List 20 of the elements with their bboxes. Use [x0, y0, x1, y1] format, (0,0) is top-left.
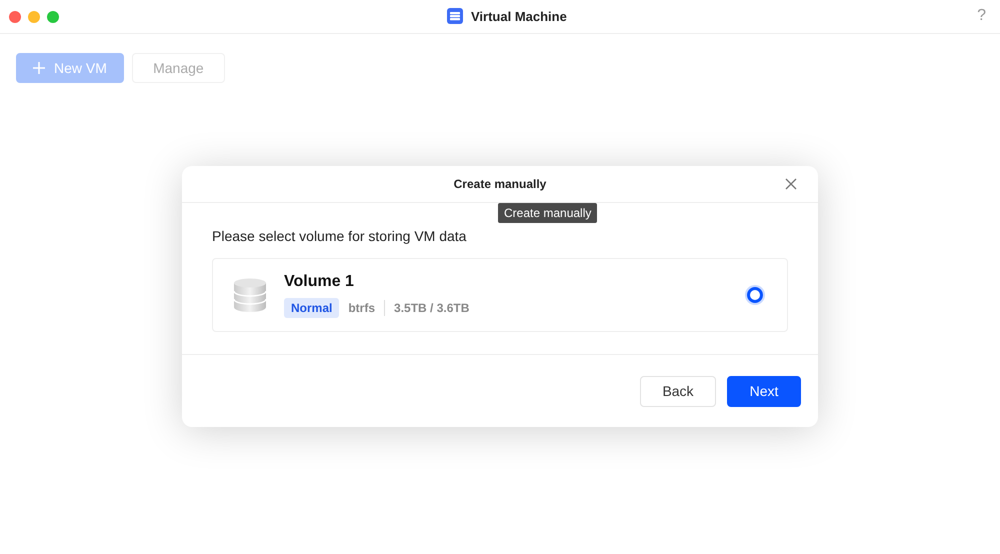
next-button[interactable]: Next [727, 376, 801, 406]
window-title: Virtual Machine [471, 8, 567, 24]
dialog-title: Create manually [454, 177, 546, 191]
close-icon[interactable] [785, 178, 797, 190]
volume-card[interactable]: Volume 1 Normal btrfs 3.5TB / 3.6TB [212, 258, 788, 332]
plus-icon [33, 62, 45, 74]
prompt-text: Please select volume for storing VM data [212, 228, 468, 244]
database-icon [233, 278, 267, 312]
status-badge: Normal [284, 298, 340, 318]
radio-button[interactable] [747, 287, 763, 303]
filesystem-label: btrfs [348, 300, 376, 314]
volume-name: Volume 1 [284, 272, 355, 290]
close-window-button[interactable] [9, 10, 21, 22]
tooltip: Create manually [498, 203, 598, 223]
minimize-window-button[interactable] [28, 10, 40, 22]
usage-label: 3.5TB / 3.6TB [394, 300, 470, 314]
back-button[interactable]: Back [640, 376, 716, 406]
server-icon [447, 8, 463, 24]
zoom-window-button[interactable] [47, 10, 59, 22]
help-button[interactable]: ? [977, 7, 986, 25]
